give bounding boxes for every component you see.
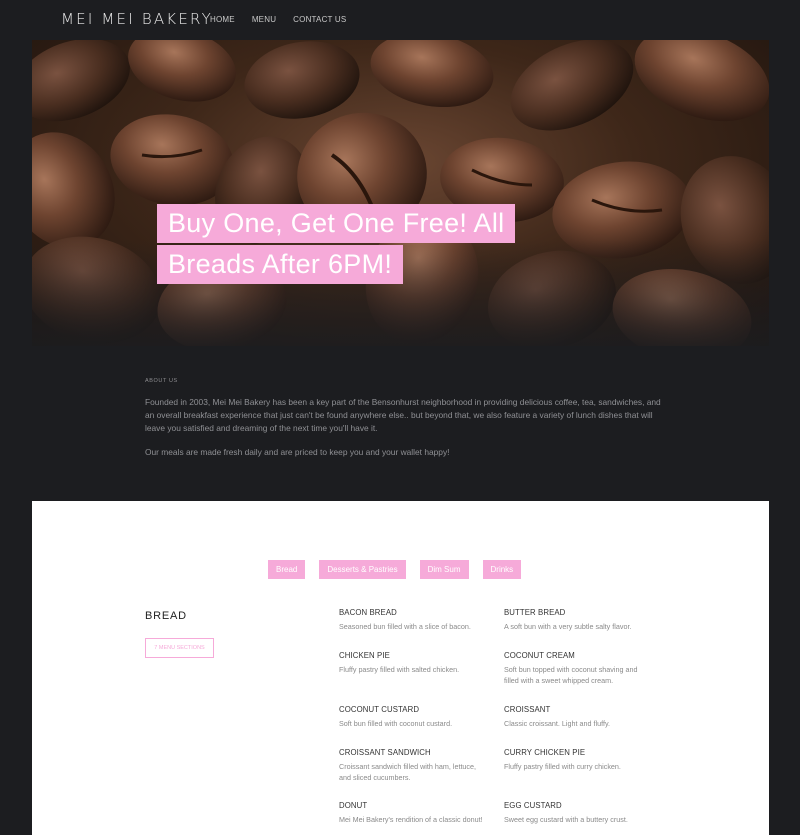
- menu-item: CHICKEN PIE Fluffy pastry filled with sa…: [339, 651, 499, 675]
- menu-item: CURRY CHICKEN PIE Fluffy pastry filled w…: [504, 748, 664, 772]
- tab-dim-sum[interactable]: Dim Sum: [419, 560, 469, 579]
- menu-item: BUTTER BREAD A soft bun with a very subt…: [504, 608, 664, 632]
- about-paragraph-2: Our meals are made fresh daily and are p…: [145, 447, 450, 458]
- menu-item-desc: Soft bun topped with coconut shaving and…: [504, 665, 638, 685]
- menu-item-name: COCONUT CREAM: [504, 651, 575, 660]
- menu-item-name: COCONUT CUSTARD: [339, 705, 420, 714]
- menu-item: COCONUT CREAM Soft bun topped with cocon…: [504, 651, 649, 686]
- top-navbar: MEI MEI BAKERY HOME MENU CONTACT US: [0, 0, 800, 40]
- menu-item-desc: Fluffy pastry filled with salted chicken…: [339, 665, 460, 674]
- coffee-beans-image: [32, 40, 769, 346]
- menu-item-name: EGG CUSTARD: [504, 801, 562, 810]
- menu-item: BACON BREAD Seasoned bun filled with a s…: [339, 608, 499, 632]
- menu-item-name: BUTTER BREAD: [504, 608, 566, 617]
- menu-item: CROISSANT Classic croissant. Light and f…: [504, 705, 664, 729]
- about-heading: ABOUT US: [145, 378, 178, 384]
- menu-item-desc: Mei Mei Bakery's rendition of a classic …: [339, 815, 483, 824]
- menu-item-desc: Classic croissant. Light and fluffy.: [504, 719, 610, 728]
- menu-item: EGG CUSTARD Sweet egg custard with a but…: [504, 801, 664, 825]
- about-section: ABOUT US Founded in 2003, Mei Mei Bakery…: [145, 378, 665, 471]
- tab-drinks[interactable]: Drinks: [482, 560, 522, 579]
- menu-item-desc: Seasoned bun filled with a slice of baco…: [339, 622, 471, 631]
- menu-tabs: Bread Desserts & Pastries Dim Sum Drinks: [268, 560, 535, 579]
- menu-item-desc: A soft bun with a very subtle salty flav…: [504, 622, 632, 631]
- nav-contact-link[interactable]: CONTACT US: [293, 15, 346, 24]
- menu-item-name: BACON BREAD: [339, 608, 397, 617]
- about-paragraph-1: Founded in 2003, Mei Mei Bakery has been…: [145, 397, 661, 433]
- menu-item: DONUT Mei Mei Bakery's rendition of a cl…: [339, 801, 499, 825]
- promo-banner: Buy One, Get One Free! All Breads After …: [157, 204, 516, 284]
- brand-logo[interactable]: MEI MEI BAKERY: [61, 10, 213, 28]
- menu-section: Bread Desserts & Pastries Dim Sum Drinks…: [32, 501, 769, 835]
- menu-item-desc: Sweet egg custard with a buttery crust.: [504, 815, 628, 824]
- menu-item-name: CURRY CHICKEN PIE: [504, 748, 586, 757]
- tab-bread[interactable]: Bread: [268, 560, 306, 579]
- menu-item-name: CROISSANT: [504, 705, 551, 714]
- menu-section-title: BREAD: [145, 610, 187, 622]
- menu-item-name: CHICKEN PIE: [339, 651, 390, 660]
- nav-home-link[interactable]: HOME: [210, 15, 235, 24]
- menu-item-desc: Croissant sandwich filled with ham, lett…: [339, 762, 477, 782]
- menu-item-name: CROISSANT SANDWICH: [339, 748, 431, 757]
- menu-sections-button[interactable]: 7 MENU SECTIONS: [145, 638, 214, 658]
- menu-item-desc: Fluffy pastry filled with curry chicken.: [504, 762, 621, 771]
- tab-desserts-pastries[interactable]: Desserts & Pastries: [319, 560, 406, 579]
- nav-menu-link[interactable]: MENU: [252, 15, 276, 24]
- hero-image: Buy One, Get One Free! All Breads After …: [32, 40, 769, 346]
- promo-banner-line2: Breads After 6PM!: [157, 245, 404, 284]
- main-nav: HOME MENU CONTACT US: [210, 15, 363, 24]
- menu-item-desc: Soft bun filled with coconut custard.: [339, 719, 453, 728]
- menu-item: CROISSANT SANDWICH Croissant sandwich fi…: [339, 748, 489, 783]
- menu-item: COCONUT CUSTARD Soft bun filled with coc…: [339, 705, 499, 729]
- promo-banner-line1: Buy One, Get One Free! All: [157, 204, 516, 243]
- menu-item-name: DONUT: [339, 801, 368, 810]
